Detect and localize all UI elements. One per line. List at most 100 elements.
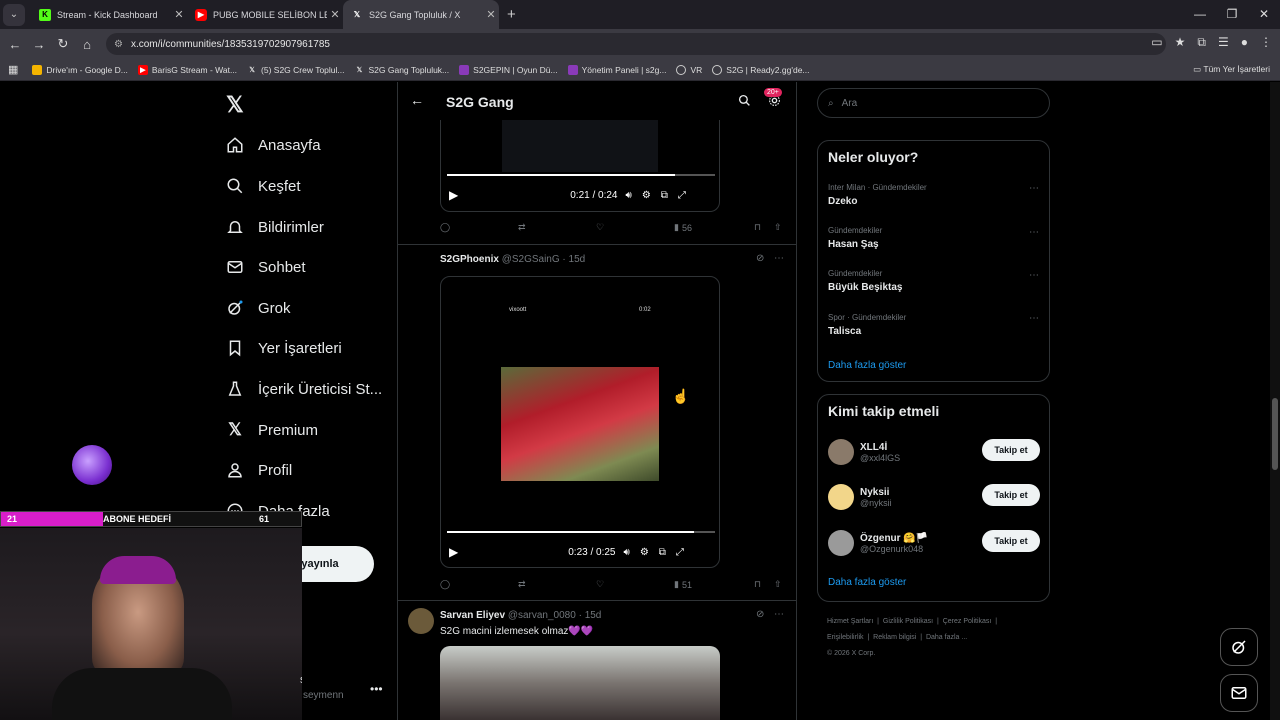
search-icon[interactable] [738, 94, 751, 112]
url-field[interactable]: ⚙ x.com/i/communities/183531970290796178… [106, 33, 1166, 55]
x-logo-icon[interactable]: 𝕏 [226, 92, 244, 118]
video-progress[interactable] [447, 174, 715, 176]
like-icon[interactable]: ♡ [596, 222, 604, 233]
trend-name[interactable]: Hasan Şaş [828, 239, 879, 250]
tab-kick[interactable]: K Stream - Kick Dashboard ✕ [31, 0, 187, 29]
avatar[interactable] [408, 608, 434, 634]
video-player[interactable]: vixoott 0:02 ▶ 0:23 / 0:25 🔊︎ ⚙ ⧉ ⤢ [440, 276, 720, 568]
footer-link[interactable]: Erişilebilirlik [827, 634, 864, 641]
more-options-icon[interactable]: ⋯ [1029, 183, 1039, 194]
avatar[interactable] [828, 530, 854, 556]
views-count[interactable]: ▮ 56 [674, 222, 692, 233]
extensions-icon[interactable]: ⧉ [1197, 35, 1206, 50]
more-options-icon[interactable]: ⋯ [1029, 313, 1039, 324]
star-icon[interactable]: ★ [1175, 35, 1186, 50]
grok-button[interactable] [1220, 628, 1258, 666]
menu-icon[interactable]: ⋮ [1260, 35, 1272, 50]
post-author[interactable]: Sarvan Eliyev [440, 610, 505, 621]
bookmark-icon[interactable]: ⊓ [754, 579, 761, 590]
avatar[interactable] [828, 439, 854, 465]
back-arrow-icon[interactable]: ← [410, 92, 424, 108]
trend-name[interactable]: Büyük Beşiktaş [828, 282, 902, 293]
follow-button[interactable]: Takip et [982, 439, 1040, 461]
bookmark-item[interactable]: S2G | Ready2.gg'de... [712, 64, 810, 75]
settings-icon[interactable]: ⚙ [640, 547, 649, 558]
footer-link[interactable]: Daha fazla ... [926, 634, 967, 641]
more-options-icon[interactable]: ⋯ [774, 609, 784, 620]
video-progress[interactable] [447, 531, 715, 533]
bookmark-item[interactable]: Yönetim Paneli | s2g... [567, 64, 666, 75]
all-bookmarks[interactable]: ▭ Tüm Yer İşaretleri [1193, 64, 1270, 75]
pip-icon[interactable]: ⧉ [661, 190, 668, 201]
reply-icon[interactable]: ◯ [440, 579, 450, 590]
tab-search-button[interactable]: ⌄ [3, 3, 25, 26]
footer-link[interactable]: Gizlilik Politikası [883, 618, 933, 625]
who-show-more[interactable]: Daha fazla göster [828, 577, 906, 588]
volume-icon[interactable]: 🔊︎ [626, 190, 632, 201]
close-icon[interactable]: ✕ [327, 8, 343, 21]
grok-analyze-icon[interactable]: ⊘ [756, 253, 764, 264]
more-options-icon[interactable]: ⋯ [774, 253, 784, 264]
close-window-icon[interactable]: ✕ [1248, 0, 1280, 29]
trend-name[interactable]: Talisca [828, 326, 861, 337]
avatar[interactable] [828, 484, 854, 510]
messages-button[interactable] [1220, 674, 1258, 712]
bookmark-item[interactable]: Drive'ım - Google D... [32, 64, 128, 75]
reply-icon[interactable]: ◯ [440, 222, 450, 233]
minimize-icon[interactable]: — [1184, 0, 1216, 29]
grok-analyze-icon[interactable]: ⊘ [756, 609, 764, 620]
footer-link[interactable]: Hizmet Şartları [827, 618, 873, 625]
sidebar-item-creator-studio[interactable]: İçerik Üreticisi St... [226, 377, 382, 401]
fullscreen-icon[interactable]: ⤢ [678, 190, 686, 201]
reload-icon[interactable]: ↻ [51, 36, 75, 52]
cast-icon[interactable]: ▭ [1151, 35, 1162, 50]
repost-icon[interactable]: ⇄ [518, 222, 526, 233]
pip-icon[interactable]: ⧉ [659, 547, 666, 558]
footer-link[interactable]: Çerez Politikası [943, 618, 992, 625]
search-input[interactable]: ⌕ Ara [817, 88, 1050, 118]
like-icon[interactable]: ♡ [596, 579, 604, 590]
sidebar-item-grok[interactable]: Grok [226, 296, 291, 320]
back-icon[interactable]: ← [3, 37, 27, 52]
close-icon[interactable]: ✕ [483, 8, 499, 21]
sidebar-item-profile[interactable]: Profil [226, 458, 292, 482]
sidebar-item-home[interactable]: Anasayfa [226, 133, 321, 157]
bookmark-icon[interactable]: ⊓ [754, 222, 761, 233]
bookmark-item[interactable]: 𝕏 (5) S2G Crew Toplul... [247, 65, 344, 75]
sidebar-item-explore[interactable]: Keşfet [226, 174, 301, 198]
follow-button[interactable]: Takip et [982, 530, 1040, 552]
trends-show-more[interactable]: Daha fazla göster [828, 360, 906, 371]
tab-x[interactable]: 𝕏 S2G Gang Topluluk / X ✕ [343, 0, 499, 29]
forward-icon[interactable]: → [27, 37, 51, 52]
bookmark-item[interactable]: ▶ BarisG Stream - Wat... [137, 64, 237, 75]
page-scrollbar[interactable] [1270, 82, 1280, 720]
post-author[interactable]: S2GPhoenix [440, 254, 499, 265]
bookmark-item[interactable]: 𝕏 S2G Gang Topluluk... [355, 65, 449, 75]
views-count[interactable]: ▮ 51 [674, 579, 692, 590]
bookmark-item[interactable]: VR [676, 64, 702, 75]
follow-button[interactable]: Takip et [982, 484, 1040, 506]
footer-link[interactable]: Reklam bilgisi [873, 634, 916, 641]
apps-icon[interactable]: ▦ [8, 63, 18, 76]
share-icon[interactable]: ⇧ [774, 222, 782, 233]
restore-icon[interactable]: ❐ [1216, 0, 1248, 29]
new-tab-button[interactable]: + [507, 6, 516, 23]
fullscreen-icon[interactable]: ⤢ [676, 547, 684, 558]
more-options-icon[interactable]: ⋯ [1029, 270, 1039, 281]
sidebar-item-notifications[interactable]: Bildirimler [226, 215, 324, 239]
suggestion-name[interactable]: Özgenur 🤗🏳️ [860, 533, 928, 544]
sidebar-item-messages[interactable]: Sohbet [226, 255, 306, 279]
close-icon[interactable]: ✕ [171, 8, 187, 21]
site-info-icon[interactable]: ⚙ [114, 39, 123, 50]
suggestion-name[interactable]: Nyksii [860, 487, 892, 498]
profile-avatar[interactable]: ● [1241, 35, 1248, 50]
play-icon[interactable]: ▶ [449, 545, 458, 559]
sidebar-item-bookmarks[interactable]: Yer İşaretleri [226, 336, 342, 360]
trend-name[interactable]: Dzeko [828, 196, 857, 207]
video-player[interactable]: ▶ 0:21 / 0:24 🔊︎ ⚙ ⧉ ⤢ [440, 120, 720, 212]
sidebar-item-premium[interactable]: 𝕏 Premium [226, 418, 318, 442]
media-icon[interactable]: ☰ [1218, 35, 1229, 50]
suggestion-name[interactable]: XLL4İ [860, 442, 900, 453]
tab-youtube[interactable]: ▶ PUBG MOBILE SELİBON LEAGUE ✕ [187, 0, 343, 29]
volume-icon[interactable]: 🔊︎ [624, 547, 630, 558]
